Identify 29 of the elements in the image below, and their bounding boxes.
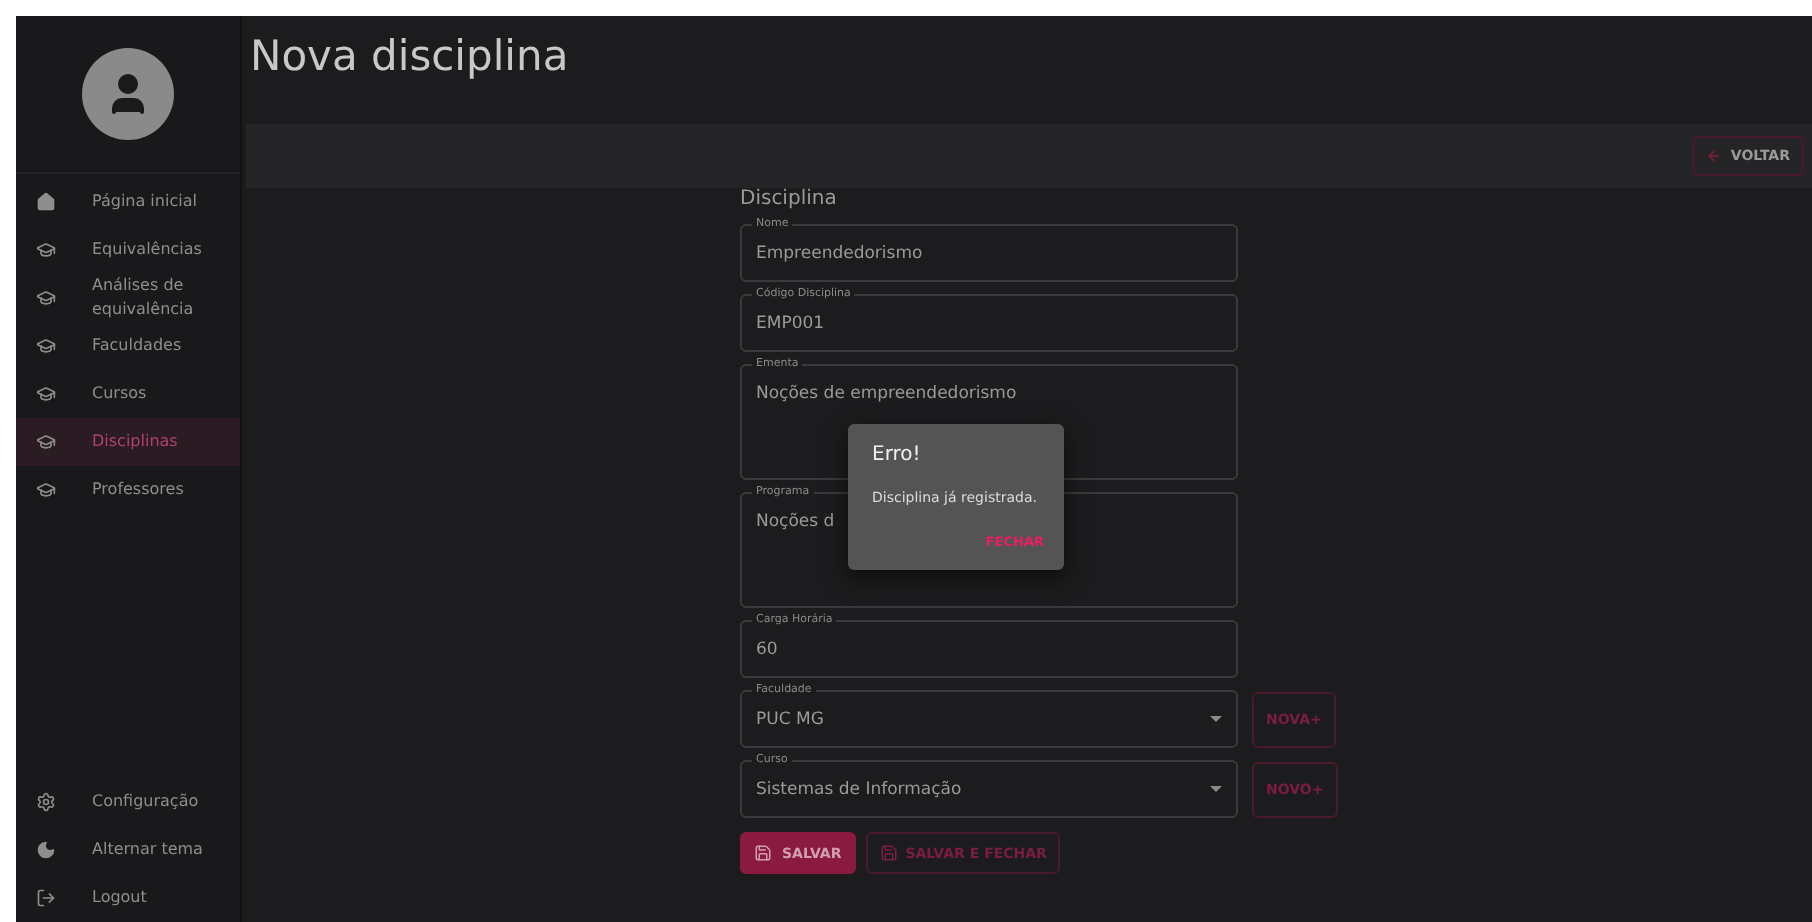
page-title: Nova disciplina <box>248 30 571 84</box>
graduation-cap-icon <box>36 240 56 260</box>
logout-icon <box>36 888 56 908</box>
sidebar-item[interactable]: Logout <box>16 874 240 922</box>
graduation-cap-icon <box>36 480 56 500</box>
save-icon <box>754 844 772 862</box>
sidebar-item[interactable]: Cursos <box>16 370 240 418</box>
sidebar-item[interactable]: Alternar tema <box>16 826 240 874</box>
graduation-cap-icon <box>36 384 56 404</box>
sidebar-item[interactable]: Página inicial <box>16 178 240 226</box>
sidebar-item[interactable]: Configuração <box>16 778 240 826</box>
sidebar-item[interactable]: Professores <box>16 466 240 514</box>
section-heading: Disciplina <box>740 188 839 212</box>
arrow-left-icon <box>1706 148 1723 164</box>
sidebar-item[interactable]: Análises de equivalência <box>16 274 240 322</box>
graduation-cap-icon <box>36 336 56 356</box>
sidebar-item[interactable]: Faculdades <box>16 322 240 370</box>
graduation-cap-icon <box>36 432 56 452</box>
home-icon <box>36 192 56 212</box>
avatar-icon[interactable] <box>82 48 174 140</box>
dropdown-caret-icon <box>1210 716 1222 722</box>
dropdown-caret-icon <box>1210 786 1222 792</box>
dialog-title: Erro! <box>872 444 923 466</box>
settings-icon <box>36 792 56 812</box>
graduation-cap-icon <box>36 288 56 308</box>
moon-icon <box>36 840 56 860</box>
save-icon <box>879 844 898 862</box>
sidebar-item[interactable]: Equivalências <box>16 226 240 274</box>
sidebar-item[interactable]: Disciplinas <box>16 418 240 466</box>
